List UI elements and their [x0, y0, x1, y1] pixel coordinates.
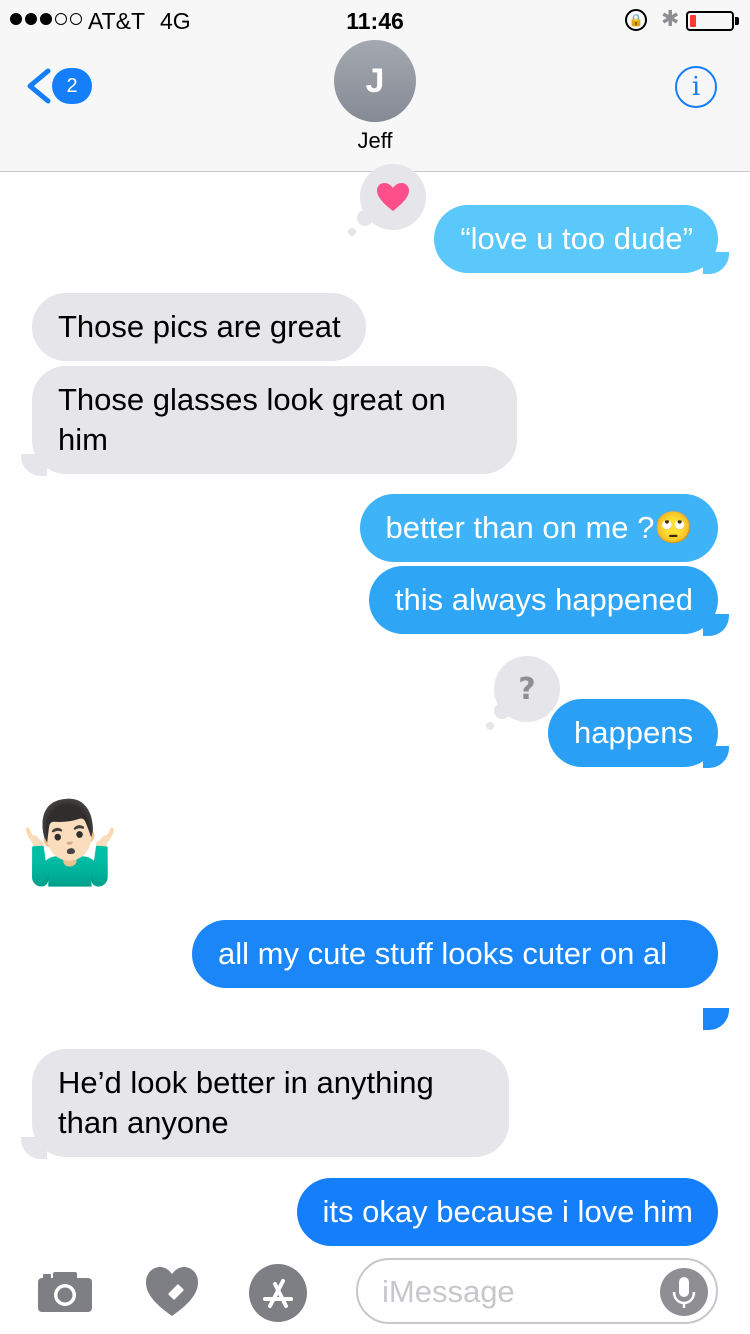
back-unread-badge[interactable]: 2	[52, 68, 92, 104]
question-tapback[interactable]: ?	[494, 656, 560, 722]
contact-avatar[interactable]: J	[334, 40, 416, 122]
contact-name[interactable]: Jeff	[0, 128, 750, 154]
message-bubble-incoming[interactable]: Those pics are great	[32, 293, 366, 361]
info-icon[interactable]: i	[675, 66, 717, 108]
bubble-tail	[21, 454, 47, 476]
conversation-header: 2 J Jeff i	[0, 40, 750, 172]
rotation-lock-icon: 🔒	[625, 9, 647, 31]
digital-touch-icon[interactable]	[144, 1264, 200, 1320]
status-bar: AT&T 4G 11:46 🔒 ✱	[0, 0, 750, 40]
camera-icon[interactable]	[36, 1268, 94, 1314]
heart-tapback[interactable]	[360, 164, 426, 230]
microphone-icon[interactable]	[660, 1268, 708, 1316]
message-bubble-incoming[interactable]: He’d look better in anything than anyone	[32, 1049, 509, 1157]
heart-icon	[377, 183, 409, 211]
message-emoji-incoming[interactable]: 🤷🏻‍♂️	[20, 795, 120, 891]
message-bubble-outgoing[interactable]: better than on me ?🙄	[359, 494, 718, 562]
bluetooth-icon: ✱	[661, 6, 680, 31]
question-mark-icon: ?	[518, 671, 536, 707]
back-chevron-icon[interactable]	[24, 68, 54, 104]
message-bubble-outgoing[interactable]: this always happened	[368, 566, 718, 634]
app-store-icon[interactable]	[249, 1264, 307, 1322]
message-bubble-outgoing[interactable]: all my cute stuff looks cuter on al	[192, 920, 718, 988]
message-bubble-outgoing[interactable]: “love u too dude”	[434, 205, 718, 273]
message-input-placeholder: iMessage	[382, 1274, 515, 1309]
bubble-tail	[703, 746, 729, 768]
message-input[interactable]: iMessage	[356, 1258, 718, 1324]
message-bubble-outgoing[interactable]: its okay because i love him	[296, 1178, 718, 1246]
message-composer: iMessage	[0, 1246, 750, 1334]
battery-icon	[686, 11, 734, 31]
message-bubble-outgoing[interactable]: happens	[548, 699, 718, 767]
message-bubble-incoming[interactable]: Those glasses look great on him	[32, 366, 517, 474]
bubble-tail	[703, 1008, 729, 1030]
battery-level	[690, 15, 696, 27]
bubble-tail	[703, 614, 729, 636]
bubble-tail	[21, 1137, 47, 1159]
bubble-tail	[703, 252, 729, 274]
battery-cap	[735, 17, 739, 25]
